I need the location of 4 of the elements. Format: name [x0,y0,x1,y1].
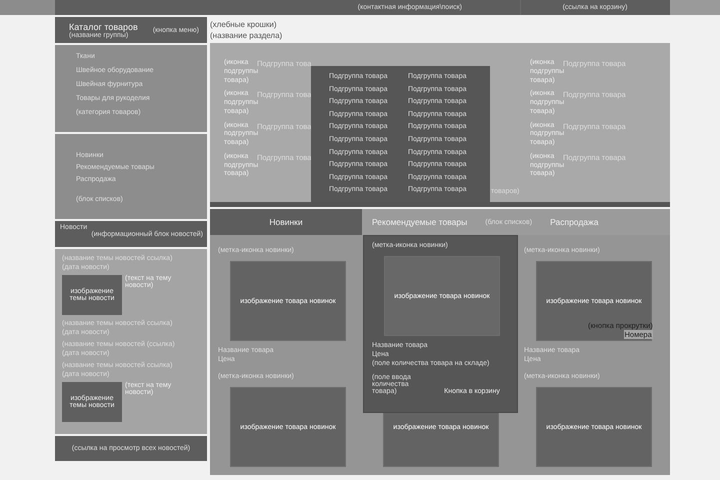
section-title: (название раздела) [210,31,284,40]
catalog-title: Катaлог товаров [69,22,139,32]
breadcrumbs: (хлебные крошки) [210,20,278,29]
product-tab[interactable]: Новинки [210,209,362,235]
